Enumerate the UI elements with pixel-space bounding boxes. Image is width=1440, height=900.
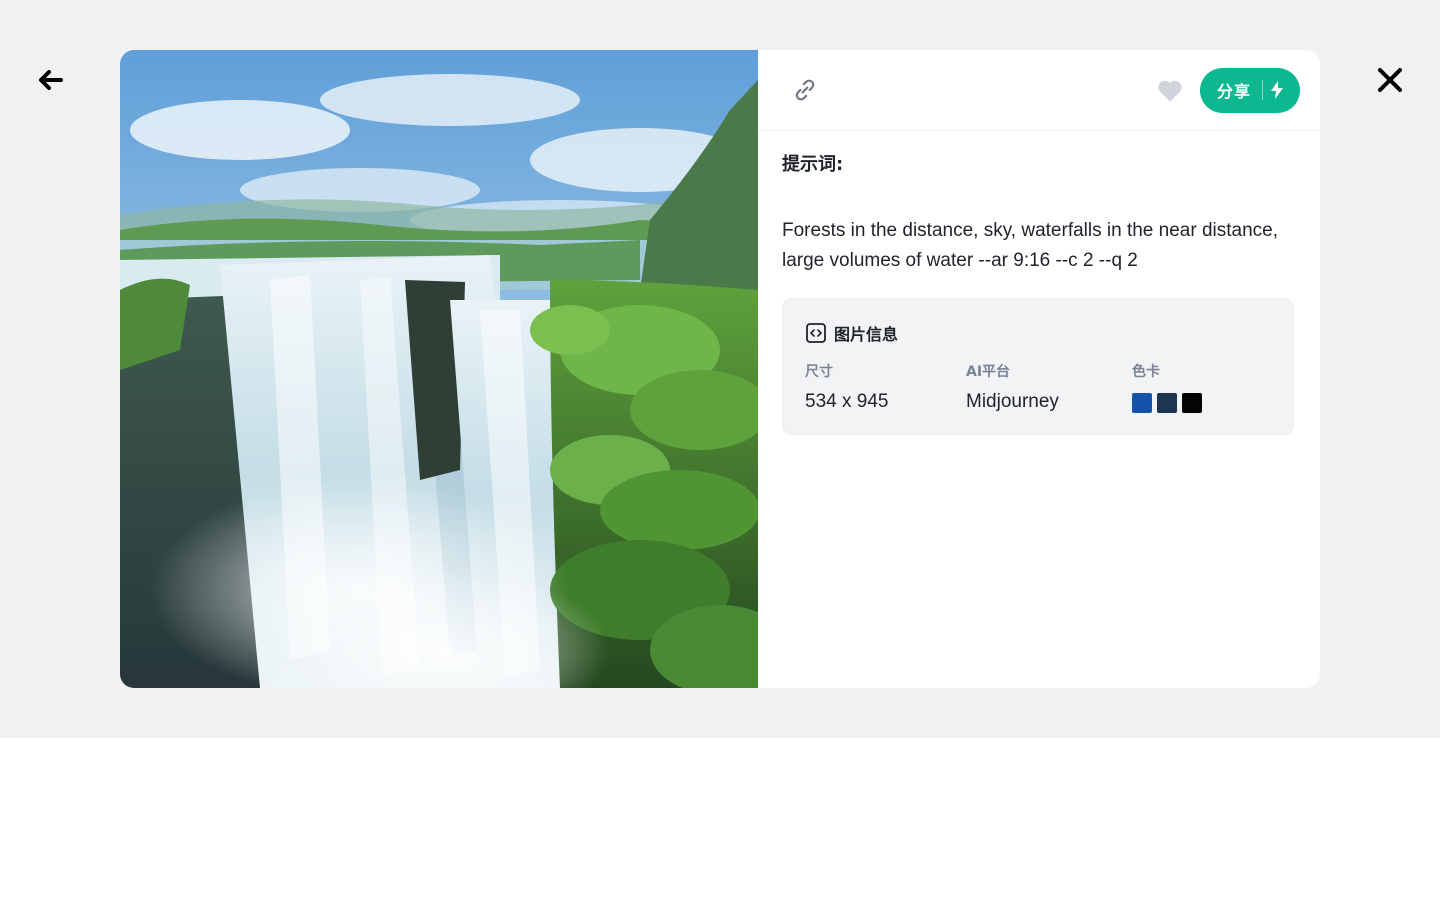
share-divider [1262, 80, 1264, 100]
like-button[interactable] [1153, 73, 1187, 107]
prompt-text: Forests in the distance, sky, waterfalls… [782, 220, 1278, 271]
close-x-icon [1378, 68, 1402, 92]
image-info-header: 图片信息 [805, 321, 1273, 345]
size-value: 534 x 945 [805, 391, 889, 412]
palette-label: 色卡 [1132, 364, 1160, 380]
platform-label: AI平台 [966, 364, 1011, 380]
code-bracket-icon [806, 323, 826, 343]
color-swatch[interactable] [1157, 393, 1177, 413]
share-button[interactable]: 分享 [1200, 67, 1300, 113]
share-label: 分享 [1217, 82, 1252, 101]
platform-column: AI平台 Midjourney [966, 363, 1132, 414]
copy-link-button[interactable] [788, 73, 822, 107]
lightning-bolt-icon [1271, 81, 1284, 99]
arrow-left-icon [39, 70, 63, 90]
detail-content: 提示词: Forests in the distance, sky, water… [758, 131, 1320, 435]
image-info-card: 图片信息 尺寸 534 x 945 AI平台 Midjourney 色卡 [782, 298, 1294, 435]
close-button[interactable] [1368, 58, 1412, 102]
size-label: 尺寸 [805, 364, 833, 380]
waterfall-illustration [120, 50, 758, 688]
waterfall-image [120, 50, 758, 688]
image-info-grid: 尺寸 534 x 945 AI平台 Midjourney 色卡 [805, 363, 1273, 414]
color-swatch[interactable] [1182, 393, 1202, 413]
link-icon [795, 79, 815, 101]
palette-column: 色卡 [1132, 363, 1202, 414]
image-detail-modal: 分享 提示词: Forests in the distance, sky, wa… [120, 50, 1320, 688]
image-info-title: 图片信息 [834, 325, 899, 344]
color-swatch[interactable] [1132, 393, 1152, 413]
prompt-title: 提示词: [782, 154, 844, 175]
detail-toolbar: 分享 [758, 50, 1320, 131]
heart-icon [1158, 80, 1182, 102]
platform-value: Midjourney [966, 391, 1059, 412]
back-button[interactable] [29, 58, 73, 102]
detail-panel: 分享 提示词: Forests in the distance, sky, wa… [758, 50, 1320, 688]
size-column: 尺寸 534 x 945 [805, 363, 966, 414]
color-swatches [1132, 393, 1202, 413]
